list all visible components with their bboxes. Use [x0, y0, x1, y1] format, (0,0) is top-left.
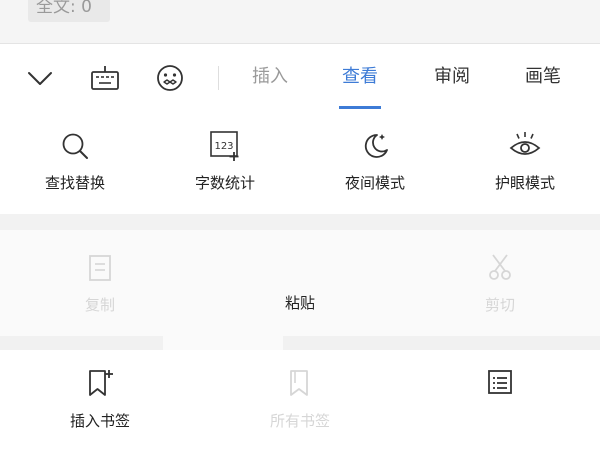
- list-button[interactable]: [400, 350, 600, 450]
- scissors-icon: [485, 252, 515, 282]
- copy-icon: [85, 252, 115, 282]
- find-replace-button[interactable]: 查找替换: [0, 110, 150, 214]
- paste-button[interactable]: 粘贴: [200, 230, 400, 340]
- bookmark-add-icon: [85, 368, 115, 398]
- tab-view[interactable]: 查看: [334, 64, 386, 90]
- word-count-label: 字数统计: [194, 174, 255, 192]
- menu-divider: [0, 336, 163, 350]
- list-icon: [485, 368, 515, 398]
- word-count-icon: 123: [209, 130, 241, 162]
- chevron-down-icon[interactable]: [24, 62, 56, 94]
- night-mode-label: 夜间模式: [344, 174, 405, 192]
- top-status-strip: 全文: 0: [0, 0, 600, 44]
- ribbon-toolbar: 插入 查看 审阅 画笔: [0, 44, 600, 110]
- moon-icon: [359, 130, 391, 162]
- paste-label: 粘贴: [284, 294, 315, 312]
- all-bookmarks-button[interactable]: 所有书签: [200, 350, 400, 450]
- emoji-face-icon[interactable]: [154, 62, 186, 94]
- copy-button[interactable]: 复制: [0, 230, 200, 340]
- tab-insert[interactable]: 插入: [244, 64, 296, 90]
- active-tab-indicator: [339, 106, 381, 109]
- keyboard-icon[interactable]: [89, 62, 121, 94]
- cut-button[interactable]: 剪切: [400, 230, 600, 340]
- copy-label: 复制: [84, 296, 115, 314]
- cut-label: 剪切: [484, 296, 515, 314]
- svg-text:123: 123: [214, 141, 233, 152]
- search-icon: [59, 130, 91, 162]
- toolbar-divider: [218, 66, 219, 90]
- tab-review[interactable]: 审阅: [426, 64, 478, 90]
- find-replace-label: 查找替换: [44, 174, 105, 192]
- view-tools-row: 查找替换 123 字数统计 夜间模式 护眼模式: [0, 110, 600, 214]
- eye-icon: [509, 130, 541, 162]
- insert-bookmark-button[interactable]: 插入书签: [0, 350, 200, 450]
- bookmarks-icon: [285, 368, 315, 398]
- night-mode-button[interactable]: 夜间模式: [300, 110, 450, 214]
- menu-divider: [283, 336, 600, 350]
- eye-care-label: 护眼模式: [494, 174, 555, 192]
- insert-bookmark-label: 插入书签: [69, 412, 130, 430]
- word-count-label: 全文: 0: [28, 0, 110, 22]
- tab-pen[interactable]: 画笔: [517, 64, 569, 90]
- eye-care-button[interactable]: 护眼模式: [450, 110, 600, 214]
- word-count-button[interactable]: 123 字数统计: [150, 110, 300, 214]
- all-bookmarks-label: 所有书签: [269, 412, 330, 430]
